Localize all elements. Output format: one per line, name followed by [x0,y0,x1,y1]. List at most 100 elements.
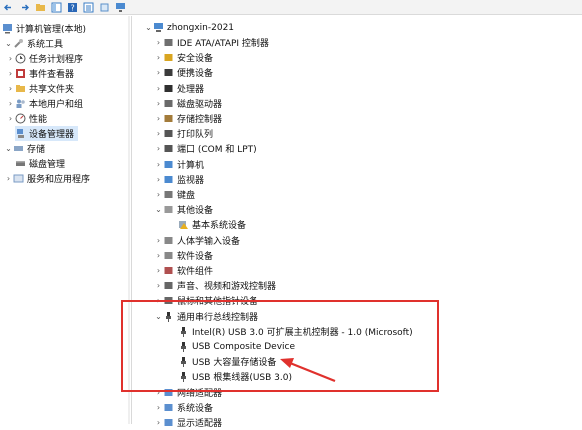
device-category[interactable]: › 显示适配器 [154,415,222,430]
tree-item-services-apps[interactable]: › 服务和应用程序 [4,171,90,186]
device-category[interactable]: › 打印队列 [154,126,213,141]
tree-item-system-tools[interactable]: ⌄ 系统工具 [4,36,63,51]
export-icon[interactable] [98,1,111,14]
tree-item-local-users[interactable]: › 本地用户和组 [6,96,83,111]
chevron-right-icon[interactable]: › [154,99,163,108]
tree-item-disk-management[interactable]: 磁盘管理 [15,156,65,171]
chevron-right-icon[interactable]: › [154,144,163,153]
tree-item-event-viewer[interactable]: › 事件查看器 [6,66,74,81]
device-category[interactable]: › 安全设备 [154,50,213,65]
device-category[interactable]: › 软件组件 [154,263,213,278]
device-list-item[interactable]: 基本系统设备 [178,217,246,232]
chevron-right-icon[interactable]: › [154,38,163,47]
chevron-down-icon[interactable]: ⌄ [4,39,13,48]
view-icon[interactable] [50,1,63,14]
help-icon[interactable]: ? [66,1,79,14]
chevron-down-icon[interactable]: ⌄ [154,205,163,214]
ide-icon [163,37,174,48]
device-label: 便携设备 [177,69,214,80]
event-viewer-icon [15,68,26,79]
tree-item-shared-folders[interactable]: › 共享文件夹 [6,81,74,96]
chevron-right-icon[interactable]: › [154,266,163,275]
software-component-icon [163,265,174,276]
list-icon[interactable] [82,1,95,14]
printer-icon [163,128,174,139]
forward-icon[interactable] [18,1,31,14]
computer-icon [153,22,164,33]
device-category[interactable]: › 计算机 [154,157,204,172]
users-icon [15,98,26,109]
keyboard-icon [163,189,174,200]
device-category[interactable]: › 端口 (COM 和 LPT) [154,141,257,156]
tree-root[interactable]: 计算机管理(本地) [2,21,86,36]
computer-management-icon [2,23,13,34]
device-manager-icon [15,128,26,139]
device-category[interactable]: › 键盘 [154,187,195,202]
chevron-right-icon[interactable]: › [154,403,163,412]
device-category[interactable]: › 系统设备 [154,400,213,415]
chevron-down-icon[interactable]: ⌄ [4,144,13,153]
tree-item-label: 本地用户和组 [29,100,84,110]
tree-item-task-scheduler[interactable]: › 任务计划程序 [6,51,83,66]
tools-icon [13,38,24,49]
tree-item-device-manager[interactable]: 设备管理器 [15,126,79,141]
back-icon[interactable] [2,1,15,14]
storage-icon [13,143,24,154]
folder-icon[interactable] [34,1,47,14]
device-category[interactable]: › IDE ATA/ATAPI 控制器 [154,35,269,50]
storage-controller-icon [163,113,174,124]
chevron-right-icon[interactable]: › [154,175,163,184]
chevron-right-icon[interactable]: › [154,114,163,123]
device-label: 人体学输入设备 [177,236,241,247]
monitor-icon[interactable] [114,1,127,14]
device-category[interactable]: › 人体学输入设备 [154,233,240,248]
chevron-right-icon[interactable]: › [154,129,163,138]
cpu-icon [163,83,174,94]
chevron-right-icon[interactable]: › [4,174,13,183]
unknown-icon [163,204,174,215]
console-tree: 计算机管理(本地) ⌄ 系统工具 › 任务计划程序 › 事件查看器 › 共享文件… [0,16,131,424]
svg-text:?: ? [71,3,75,12]
device-tree-root[interactable]: ⌄ zhongxin-2021 [144,20,234,35]
chevron-down-icon[interactable]: ⌄ [144,23,153,32]
tree-item-label: 存储 [27,145,46,155]
tree-item-storage[interactable]: ⌄ 存储 [4,141,45,156]
chevron-right-icon[interactable]: › [154,251,163,260]
device-label: 计算机 [177,160,205,171]
device-category[interactable]: › 存储控制器 [154,111,222,126]
chevron-right-icon[interactable]: › [6,54,15,63]
chevron-right-icon[interactable]: › [6,99,15,108]
chevron-right-icon[interactable]: › [154,236,163,245]
chevron-right-icon[interactable]: › [6,84,15,93]
chevron-right-icon[interactable]: › [6,114,15,123]
chevron-right-icon[interactable]: › [6,69,15,78]
device-category[interactable]: › 声音、视频和游戏控制器 [154,278,276,293]
chevron-right-icon[interactable]: › [154,160,163,169]
chevron-right-icon[interactable]: › [154,190,163,199]
device-label: 处理器 [177,84,205,95]
clock-icon [15,53,26,64]
services-icon [13,173,24,184]
device-category[interactable]: › 监视器 [154,172,204,187]
toolbar: ? [0,0,582,15]
device-category[interactable]: › 磁盘驱动器 [154,96,222,111]
device-category[interactable]: ⌄ 其他设备 [154,202,213,217]
device-category[interactable]: › 处理器 [154,81,204,96]
device-category[interactable]: › 便携设备 [154,65,213,80]
port-icon [163,143,174,154]
device-label: 安全设备 [177,54,214,65]
device-category[interactable]: › 软件设备 [154,248,213,263]
device-label: 端口 (COM 和 LPT) [177,145,257,156]
chevron-right-icon[interactable]: › [154,281,163,290]
chevron-right-icon[interactable]: › [154,84,163,93]
chevron-right-icon[interactable]: › [154,68,163,77]
tree-item-label: 设备管理器 [29,130,75,140]
computer-name: zhongxin-2021 [167,22,235,33]
warning-icon [178,219,189,230]
system-icon [163,402,174,413]
device-label: 声音、视频和游戏控制器 [177,282,277,293]
chevron-right-icon[interactable]: › [154,53,163,62]
chevron-right-icon[interactable]: › [154,418,163,427]
tree-item-performance[interactable]: › 性能 [6,111,47,126]
sound-icon [163,280,174,291]
